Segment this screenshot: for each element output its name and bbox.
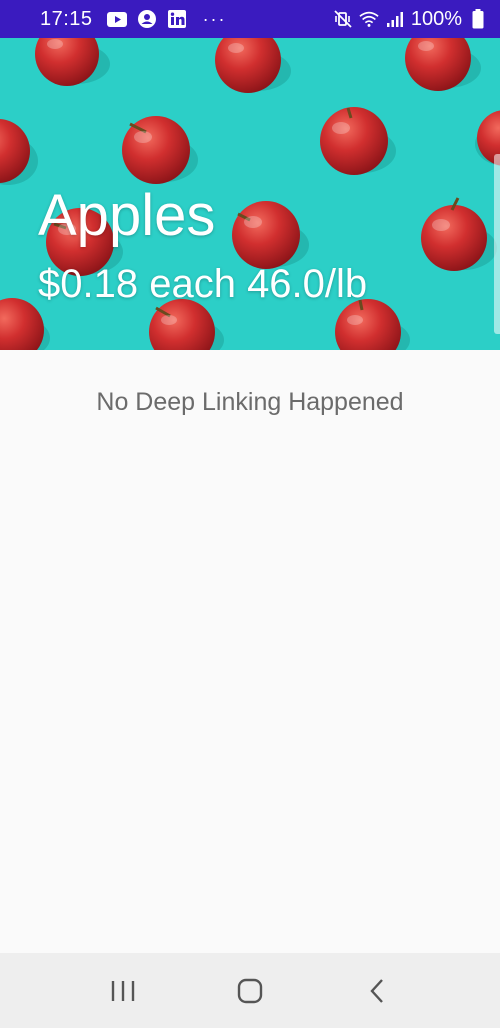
account-icon xyxy=(137,10,157,28)
recent-apps-button[interactable] xyxy=(93,961,153,1021)
back-button[interactable] xyxy=(347,961,407,1021)
status-bar: 17:15 ··· 100% xyxy=(0,0,500,38)
product-title: Apples xyxy=(38,183,216,248)
product-hero-banner: Apples $0.18 each 46.0/lb xyxy=(0,38,500,350)
deep-link-status-message: No Deep Linking Happened xyxy=(96,388,404,416)
main-content: No Deep Linking Happened xyxy=(0,350,500,953)
battery-percentage: 100% xyxy=(410,7,462,30)
recent-apps-icon xyxy=(112,980,135,1001)
status-left: 17:15 ··· xyxy=(40,8,227,31)
wifi-icon xyxy=(359,10,379,28)
more-notifications-indicator: ··· xyxy=(202,8,227,29)
signal-icon xyxy=(385,10,405,28)
system-navigation-bar xyxy=(0,953,500,1028)
mute-vibrate-icon xyxy=(333,10,353,28)
youtube-icon xyxy=(106,10,127,28)
back-chevron-icon xyxy=(370,978,383,1003)
product-price: $0.18 each 46.0/lb xyxy=(38,262,368,306)
battery-icon xyxy=(468,9,488,29)
status-right: 100% xyxy=(333,8,488,31)
home-button[interactable] xyxy=(220,961,280,1021)
linkedin-icon xyxy=(167,10,187,28)
status-time: 17:15 xyxy=(40,7,93,30)
edge-panel-handle[interactable] xyxy=(494,154,500,334)
home-icon xyxy=(237,978,263,1003)
